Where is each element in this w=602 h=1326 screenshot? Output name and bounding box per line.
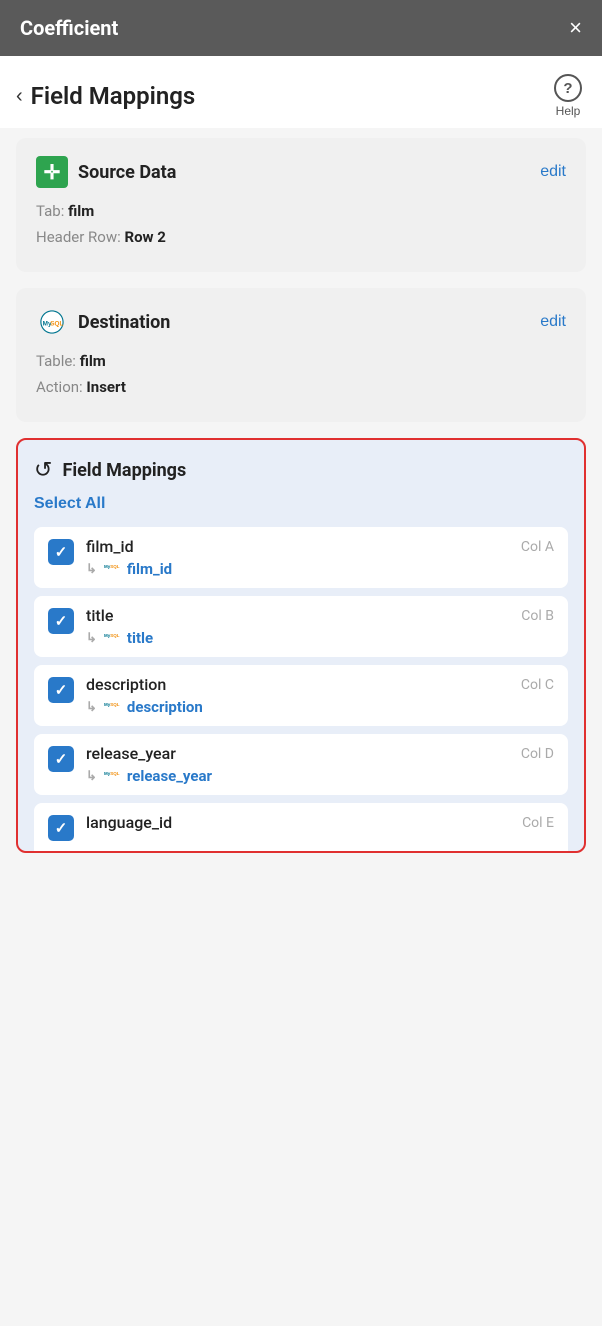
- destination-action-value: Insert: [86, 378, 126, 396]
- dest-value-film-id: film_id: [127, 560, 172, 578]
- destination-card-header: My SQL Destination edit: [36, 306, 566, 338]
- app-title: Coefficient: [20, 16, 118, 40]
- mapping-row: ✓ description Col C ↳ My SQL description: [34, 665, 568, 726]
- field-mappings-title: Field Mappings: [62, 460, 186, 481]
- mapping-content-film-id: film_id Col A ↳ My SQL film_id: [86, 537, 554, 578]
- field-mappings-card: ↺ Field Mappings Select All ✓ film_id Co…: [16, 438, 586, 853]
- mysql-mini-icon-film-id: My SQL: [104, 560, 122, 578]
- field-name-description: description: [86, 675, 166, 694]
- source-edit-button[interactable]: edit: [540, 163, 566, 181]
- nav-left: ‹ Field Mappings: [16, 82, 195, 110]
- mysql-mini-icon-title: My SQL: [104, 629, 122, 647]
- destination-card-title: Destination: [78, 312, 170, 333]
- svg-text:SQL: SQL: [110, 771, 120, 776]
- source-card-title: Source Data: [78, 162, 176, 183]
- mapping-row-partial: ✓ language_id Col E: [34, 803, 568, 851]
- field-name-release-year: release_year: [86, 744, 176, 763]
- sync-icon: ↺: [34, 458, 52, 483]
- checkbox-release-year[interactable]: ✓: [48, 746, 74, 772]
- destination-action-label: Action:: [36, 378, 83, 396]
- source-tab-label: Tab:: [36, 202, 64, 220]
- back-button[interactable]: ‹: [16, 85, 23, 108]
- col-label-description: Col C: [521, 677, 554, 693]
- destination-action-row: Action: Insert: [36, 378, 566, 396]
- mapping-top-film-id: film_id Col A: [86, 537, 554, 556]
- mapping-dest-film-id: ↳ My SQL film_id: [86, 560, 554, 578]
- mapping-dest-title: ↳ My SQL title: [86, 629, 554, 647]
- svg-text:SQL: SQL: [110, 633, 120, 638]
- mapping-top-release-year: release_year Col D: [86, 744, 554, 763]
- col-label-title: Col B: [521, 608, 554, 624]
- svg-text:SQL: SQL: [110, 702, 120, 707]
- close-button[interactable]: ×: [569, 17, 582, 39]
- content-area: ✛ Source Data edit Tab: film Header Row:…: [0, 128, 602, 1326]
- nav-row: ‹ Field Mappings ? Help: [0, 56, 602, 128]
- mapping-content-title: title Col B ↳ My SQL title: [86, 606, 554, 647]
- svg-text:SQL: SQL: [50, 321, 63, 328]
- destination-edit-button[interactable]: edit: [540, 313, 566, 331]
- source-header-row: Header Row: Row 2: [36, 228, 566, 246]
- checkbox-title[interactable]: ✓: [48, 608, 74, 634]
- col-label-language-id: Col E: [522, 815, 554, 831]
- mapping-content-language-id: language_id Col E: [86, 813, 554, 832]
- source-title-row: ✛ Source Data: [36, 156, 176, 188]
- help-button[interactable]: ? Help: [554, 74, 582, 118]
- checkbox-language-id[interactable]: ✓: [48, 815, 74, 841]
- mysql-icon: My SQL: [36, 306, 68, 338]
- help-icon: ?: [554, 74, 582, 102]
- dest-value-release-year: release_year: [127, 767, 212, 785]
- mapping-content-release-year: release_year Col D ↳ My SQL release_year: [86, 744, 554, 785]
- destination-table-label: Table:: [36, 352, 76, 370]
- dest-value-description: description: [127, 698, 203, 716]
- field-name-language-id: language_id: [86, 813, 172, 832]
- destination-card: My SQL Destination edit Table: film Acti…: [16, 288, 586, 422]
- mysql-mini-icon-description: My SQL: [104, 698, 122, 716]
- source-icon: ✛: [36, 156, 68, 188]
- destination-title-row: My SQL Destination: [36, 306, 170, 338]
- mapping-top-description: description Col C: [86, 675, 554, 694]
- destination-table-value: film: [80, 352, 106, 370]
- field-mappings-header: ↺ Field Mappings: [34, 458, 568, 483]
- mysql-mini-icon-release-year: My SQL: [104, 767, 122, 785]
- checkbox-film-id[interactable]: ✓: [48, 539, 74, 565]
- mapping-content-description: description Col C ↳ My SQL description: [86, 675, 554, 716]
- mapping-dest-release-year: ↳ My SQL release_year: [86, 767, 554, 785]
- col-label-film-id: Col A: [521, 539, 554, 555]
- source-header-value: Row 2: [124, 228, 165, 246]
- source-header-label: Header Row:: [36, 228, 121, 246]
- svg-text:SQL: SQL: [110, 564, 120, 569]
- select-all-button[interactable]: Select All: [34, 495, 105, 513]
- mapping-row: ✓ film_id Col A ↳ My SQL film_id: [34, 527, 568, 588]
- mapping-top-title: title Col B: [86, 606, 554, 625]
- mapping-dest-description: ↳ My SQL description: [86, 698, 554, 716]
- source-tab-row: Tab: film: [36, 202, 566, 220]
- source-tab-value: film: [68, 202, 94, 220]
- destination-table-row: Table: film: [36, 352, 566, 370]
- mapping-row: ✓ title Col B ↳ My SQL title: [34, 596, 568, 657]
- checkbox-description[interactable]: ✓: [48, 677, 74, 703]
- field-name-title: title: [86, 606, 113, 625]
- dest-value-title: title: [127, 629, 153, 647]
- page-title: Field Mappings: [31, 82, 196, 110]
- field-name-film-id: film_id: [86, 537, 134, 556]
- source-card-header: ✛ Source Data edit: [36, 156, 566, 188]
- mapping-row: ✓ release_year Col D ↳ My SQL release_ye…: [34, 734, 568, 795]
- app-header: Coefficient ×: [0, 0, 602, 56]
- help-label: Help: [556, 104, 581, 118]
- source-data-card: ✛ Source Data edit Tab: film Header Row:…: [16, 138, 586, 272]
- mapping-top-language-id: language_id Col E: [86, 813, 554, 832]
- col-label-release-year: Col D: [521, 746, 554, 762]
